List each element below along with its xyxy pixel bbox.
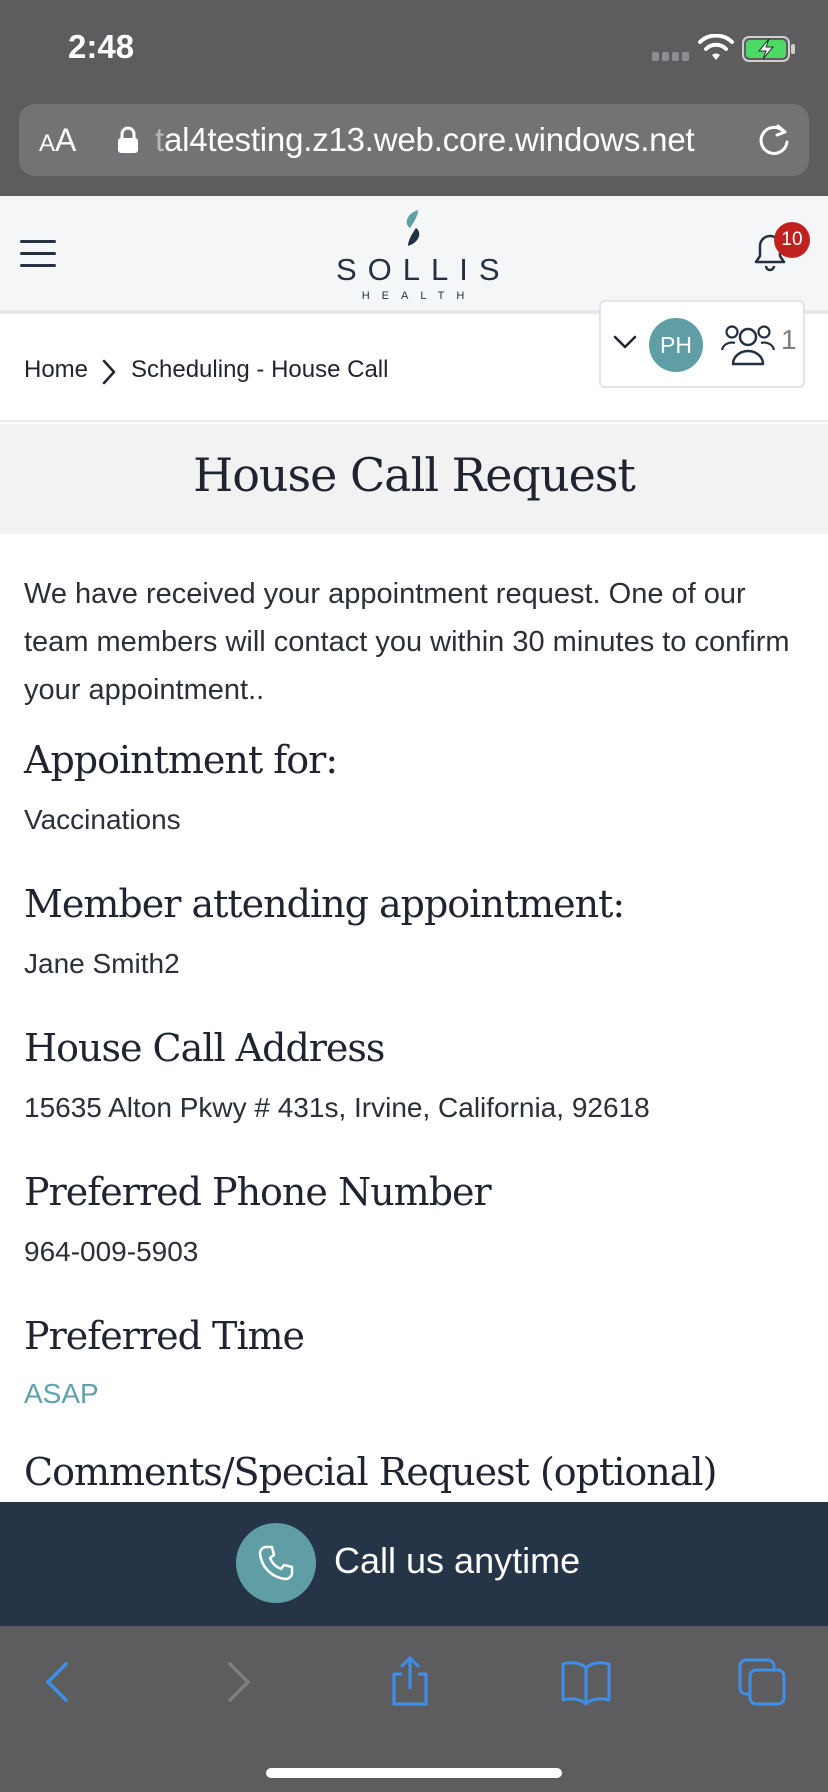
preferred-time-heading: Preferred Time: [24, 1314, 305, 1358]
bookmarks-icon[interactable]: [560, 1656, 612, 1708]
call-button[interactable]: [236, 1523, 316, 1603]
text-size-small: A: [39, 130, 56, 157]
signal-icon: [652, 52, 690, 62]
tabs-icon[interactable]: [736, 1656, 788, 1708]
url-text-main: al4testing.z13.web.core.windows.net: [163, 121, 695, 158]
preferred-time-value: ASAP: [24, 1378, 99, 1409]
back-icon[interactable]: [34, 1656, 86, 1708]
title-band: House Call Request: [0, 424, 828, 534]
status-bar: 2:48 AA tal4testing.z13.web.core.windows…: [0, 0, 828, 196]
house-call-address-value: 15635 Alton Pkwy # 431s, Irvine, Califor…: [24, 1092, 650, 1123]
battery-charging-icon: [742, 36, 795, 62]
logo-leaf-icon: [406, 210, 420, 246]
url-text-faded: t: [155, 121, 164, 158]
member-attending-heading: Member attending appointment:: [24, 882, 625, 926]
chevron-down-icon: [613, 335, 637, 349]
phone-icon: [258, 1545, 294, 1581]
home-indicator: [266, 1768, 562, 1778]
call-us-bar[interactable]: Call us anytime: [0, 1502, 828, 1626]
lock-icon: [118, 126, 138, 153]
member-attending-value: Jane Smith2: [24, 948, 180, 979]
url-text: tal4testing.z13.web.core.windows.net: [155, 121, 695, 159]
text-size-button[interactable]: AA: [39, 122, 76, 159]
breadcrumb-current: Scheduling - House Call: [131, 356, 389, 383]
chevron-right-icon: [102, 359, 116, 385]
people-icon: [721, 325, 775, 366]
call-us-label[interactable]: Call us anytime: [334, 1540, 580, 1582]
reload-icon[interactable]: [756, 122, 792, 158]
sollis-logo[interactable]: SOLLIS HEALTH: [328, 210, 500, 306]
appointment-for-value: Vaccinations: [24, 804, 181, 835]
logo-wordmark: SOLLIS: [336, 252, 511, 287]
wifi-icon: [698, 34, 734, 60]
breadcrumb-home-link[interactable]: Home: [24, 356, 88, 384]
confirmation-message: We have received your appointment reques…: [24, 578, 790, 706]
menu-icon[interactable]: [20, 240, 56, 268]
logo-subtitle: HEALTH: [361, 290, 477, 302]
member-count: 1: [781, 324, 797, 355]
appointment-for-heading: Appointment for:: [24, 738, 338, 782]
text-size-big: A: [55, 122, 77, 158]
avatar: PH: [649, 318, 703, 372]
page-title: House Call Request: [193, 448, 636, 502]
status-time: 2:48: [68, 28, 135, 65]
preferred-phone-value: 964-009-5903: [24, 1236, 199, 1267]
address-bar[interactable]: AA tal4testing.z13.web.core.windows.net: [19, 104, 809, 176]
preferred-phone-heading: Preferred Phone Number: [24, 1170, 492, 1214]
member-switcher[interactable]: PH 1: [599, 300, 805, 388]
site-header: SOLLIS HEALTH: [0, 196, 828, 314]
notification-badge: 10: [774, 222, 810, 258]
comments-heading: Comments/Special Request (optional): [24, 1450, 717, 1494]
share-icon[interactable]: [384, 1656, 436, 1708]
house-call-address-heading: House Call Address: [24, 1026, 385, 1070]
browser-toolbar: [0, 1626, 828, 1792]
forward-icon[interactable]: [210, 1656, 262, 1708]
